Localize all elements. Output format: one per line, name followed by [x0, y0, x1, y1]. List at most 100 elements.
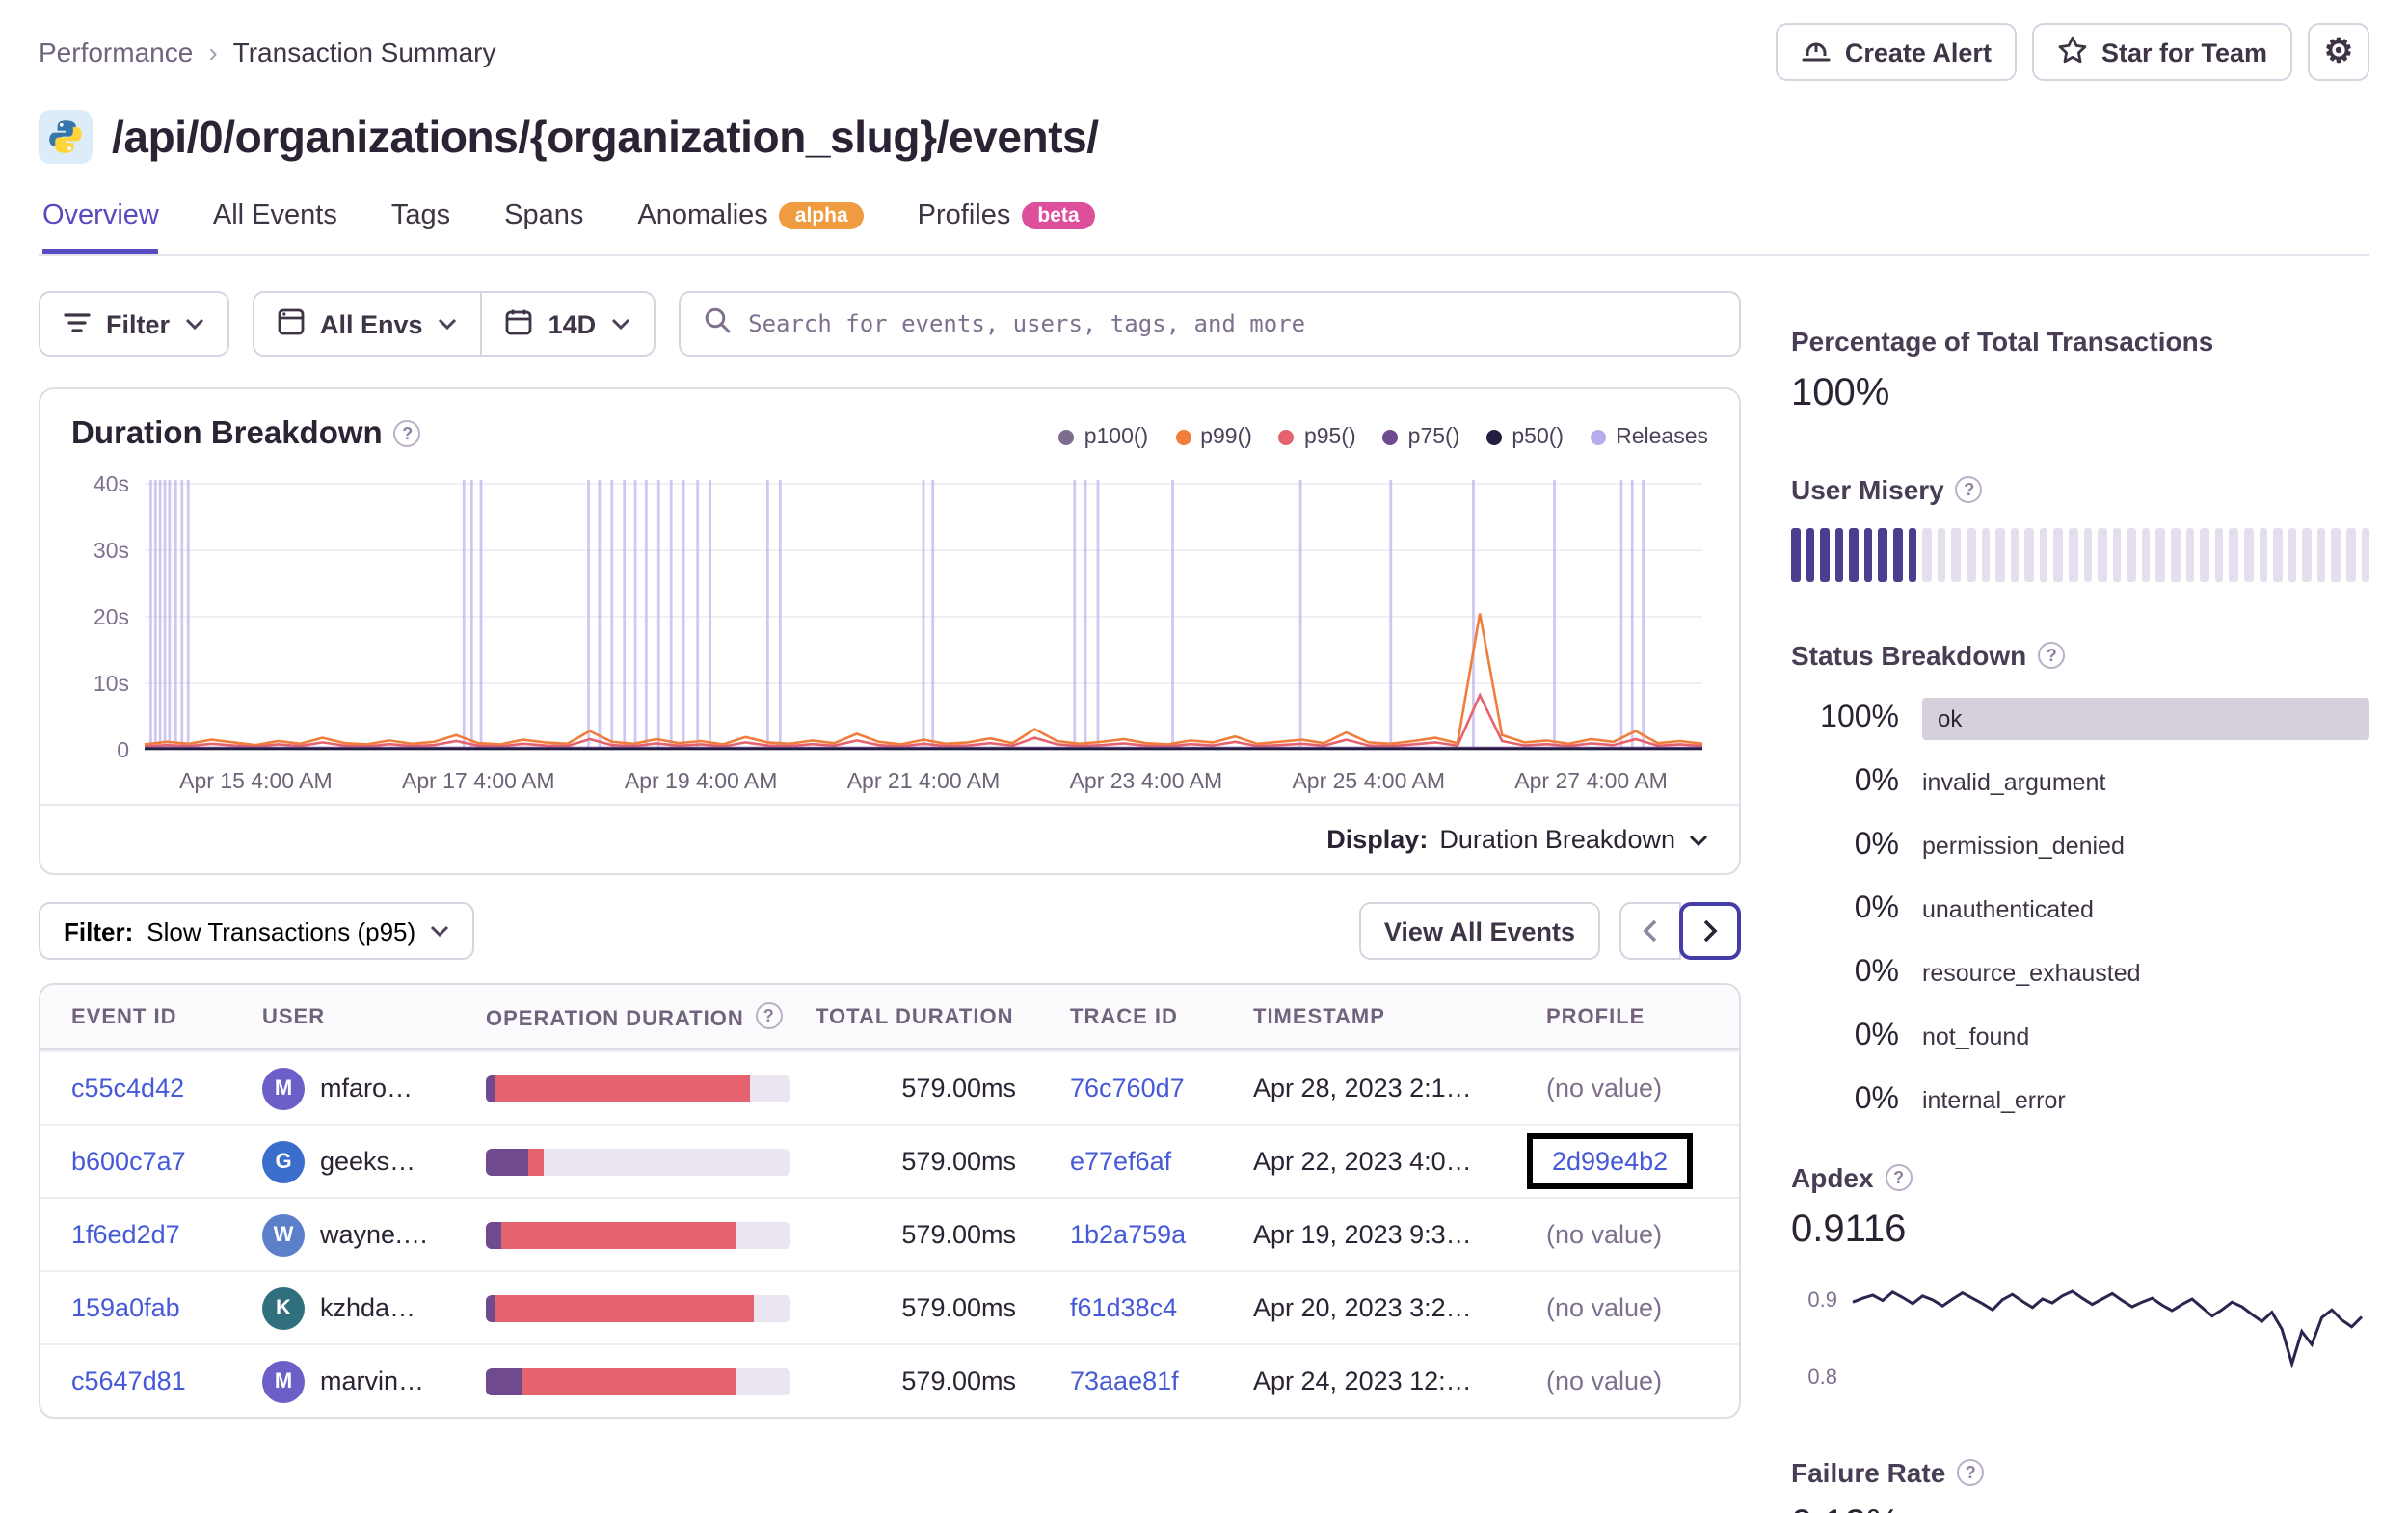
- trace-id-link[interactable]: e77ef6af: [1070, 1147, 1171, 1176]
- breadcrumb-current: Transaction Summary: [232, 37, 496, 67]
- display-dropdown[interactable]: Duration Breakdown: [1439, 825, 1708, 854]
- transactions-filter-dropdown[interactable]: Filter: Slow Transactions (p95): [39, 902, 474, 960]
- help-icon[interactable]: ?: [1955, 476, 1983, 503]
- summary-sidebar: Percentage of Total Transactions 100% Us…: [1791, 291, 2370, 1513]
- python-platform-icon: [39, 110, 93, 164]
- tab-all-events-label: All Events: [212, 200, 337, 231]
- date-range-dropdown-button[interactable]: 14D: [480, 291, 656, 357]
- tab-profiles-label: Profiles: [917, 200, 1011, 231]
- tab-anomalies[interactable]: Anomalies alpha: [637, 200, 864, 254]
- profile-cell: (no value): [1546, 1367, 1663, 1395]
- table-row[interactable]: c55c4d42 Mmfaro… 579.00ms 76c760d7 Apr 2…: [40, 1050, 1739, 1124]
- total-duration: 579.00ms: [901, 1367, 1016, 1395]
- legend-p95-label: p95(): [1303, 426, 1356, 449]
- tab-anomalies-label: Anomalies: [637, 200, 768, 231]
- tab-tags[interactable]: Tags: [391, 200, 450, 254]
- trace-id-link[interactable]: 76c760d7: [1070, 1074, 1185, 1102]
- user-name: kzhda…: [320, 1293, 416, 1322]
- create-alert-button[interactable]: Create Alert: [1775, 23, 2017, 81]
- event-id-link[interactable]: c5647d81: [71, 1367, 186, 1395]
- display-row: Display: Duration Breakdown: [40, 804, 1739, 873]
- help-icon[interactable]: ?: [2038, 642, 2066, 669]
- status-percent: 0%: [1854, 955, 1899, 988]
- col-user: USER: [262, 1005, 326, 1028]
- search-icon: [704, 305, 731, 342]
- svg-text:20s: 20s: [94, 604, 129, 629]
- help-icon[interactable]: ?: [1885, 1164, 1913, 1191]
- legend-p99[interactable]: p99(): [1175, 426, 1252, 449]
- legend-releases[interactable]: Releases: [1591, 426, 1708, 449]
- star-for-team-button[interactable]: Star for Team: [2031, 23, 2292, 81]
- view-all-events-label: View All Events: [1383, 916, 1575, 945]
- breadcrumb-performance[interactable]: Performance: [39, 37, 193, 67]
- table-row[interactable]: c5647d81 Mmarvin… 579.00ms 73aae81f Apr …: [40, 1343, 1739, 1417]
- breadcrumb-chevron-icon: ›: [208, 37, 218, 67]
- trace-id-link[interactable]: f61d38c4: [1070, 1293, 1177, 1322]
- chevron-down-icon: [185, 318, 204, 330]
- settings-button[interactable]: ⚙: [2308, 23, 2369, 81]
- table-row[interactable]: b600c7a7 Ggeeks… 579.00ms e77ef6af Apr 2…: [40, 1124, 1739, 1197]
- legend-dot-icon: [1486, 430, 1503, 445]
- tab-all-events[interactable]: All Events: [213, 200, 337, 254]
- legend-p95[interactable]: p95(): [1278, 426, 1356, 449]
- alpha-badge: alpha: [779, 201, 864, 230]
- col-operation-duration: OPERATION DURATION?: [486, 1002, 816, 1031]
- tab-overview[interactable]: Overview: [42, 200, 159, 254]
- table-row[interactable]: 159a0fab Kkzhda… 579.00ms f61d38c4 Apr 2…: [40, 1270, 1739, 1343]
- help-icon[interactable]: ?: [755, 1002, 783, 1029]
- create-alert-label: Create Alert: [1844, 38, 1992, 66]
- trace-id-link[interactable]: 73aae81f: [1070, 1367, 1179, 1395]
- col-total-duration: TOTAL DURATION: [816, 1005, 1014, 1028]
- svg-text:30s: 30s: [94, 538, 129, 563]
- main-column: Filter All Envs 14D Search for events, u…: [39, 291, 1741, 1513]
- status-ok-bar: ok: [1922, 697, 2369, 739]
- legend-dot-icon: [1175, 430, 1191, 445]
- table-header-row: EVENT ID USER OPERATION DURATION? TOTAL …: [40, 985, 1739, 1050]
- display-value: Duration Breakdown: [1439, 825, 1675, 854]
- title-row: /api/0/organizations/{organization_slug}…: [39, 104, 2369, 170]
- tab-spans[interactable]: Spans: [504, 200, 583, 254]
- search-box[interactable]: [679, 291, 1741, 357]
- profile-cell: (no value): [1546, 1074, 1663, 1102]
- view-all-events-button[interactable]: View All Events: [1358, 902, 1600, 960]
- col-trace-id: TRACE ID: [1070, 1005, 1178, 1028]
- events-table: EVENT ID USER OPERATION DURATION? TOTAL …: [39, 983, 1741, 1419]
- chevron-down-icon: [439, 318, 457, 330]
- help-icon[interactable]: ?: [393, 420, 421, 447]
- svg-text:0.8: 0.8: [1807, 1365, 1837, 1389]
- env-date-group: All Envs 14D: [253, 291, 656, 357]
- previous-page-button[interactable]: [1619, 902, 1681, 960]
- avatar: K: [262, 1287, 305, 1329]
- event-id-link[interactable]: 159a0fab: [71, 1293, 180, 1322]
- legend-p75[interactable]: p75(): [1382, 426, 1459, 449]
- status-label: invalid_argument: [1922, 768, 2106, 795]
- search-input[interactable]: [748, 310, 1716, 337]
- trace-id-link[interactable]: 1b2a759a: [1070, 1220, 1186, 1249]
- total-transactions-heading: Percentage of Total Transactions: [1791, 326, 2214, 357]
- tab-profiles[interactable]: Profiles beta: [918, 200, 1095, 254]
- status-row: 0% unauthenticated: [1791, 877, 2369, 941]
- table-row[interactable]: 1f6ed2d7 Wwayne.… 579.00ms 1b2a759a Apr …: [40, 1197, 1739, 1270]
- legend-p50[interactable]: p50(): [1486, 426, 1564, 449]
- event-id-link[interactable]: c55c4d42: [71, 1074, 184, 1102]
- star-icon: [2057, 35, 2088, 69]
- event-id-link[interactable]: 1f6ed2d7: [71, 1220, 180, 1249]
- environment-dropdown-button[interactable]: All Envs: [253, 291, 483, 357]
- profile-link-highlighted[interactable]: 2d99e4b2: [1527, 1133, 1694, 1189]
- event-id-link[interactable]: b600c7a7: [71, 1147, 186, 1176]
- tab-spans-label: Spans: [504, 200, 584, 231]
- filter-dropdown-button[interactable]: Filter: [39, 291, 230, 357]
- legend-p100[interactable]: p100(): [1058, 426, 1148, 449]
- status-row: 0% not_found: [1791, 1004, 2369, 1068]
- operation-duration-bar: [486, 1148, 790, 1175]
- tab-bar: Overview All Events Tags Spans Anomalies…: [39, 200, 2369, 256]
- siren-icon: [1801, 36, 1832, 68]
- help-icon[interactable]: ?: [1957, 1459, 1985, 1486]
- chart-legend: p100() p99() p95() p75() p50() Releases: [1058, 416, 1708, 449]
- operation-duration-bar: [486, 1221, 790, 1248]
- next-page-button[interactable]: [1679, 902, 1741, 960]
- calendar-icon: [506, 307, 533, 340]
- failure-rate-heading: Failure Rate?: [1791, 1457, 2369, 1488]
- transactions-filter-value: Slow Transactions (p95): [147, 916, 416, 945]
- chevron-down-icon: [612, 318, 630, 330]
